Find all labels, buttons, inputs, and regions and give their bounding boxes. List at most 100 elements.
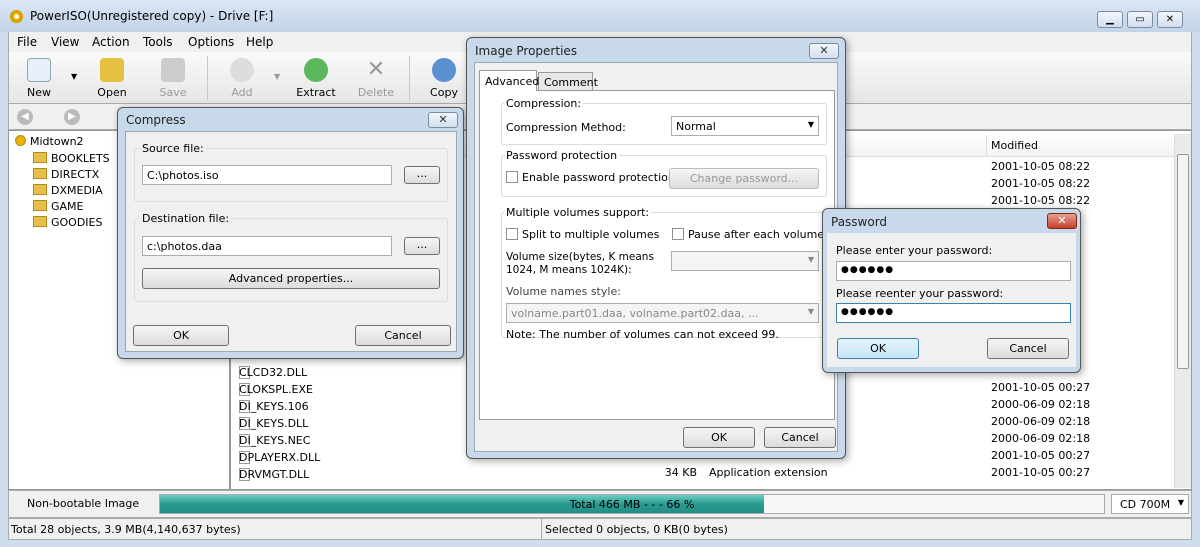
column-modified[interactable]: Modified xyxy=(991,139,1038,152)
menu-tools[interactable]: Tools xyxy=(143,35,173,49)
delete-icon: ✕ xyxy=(366,57,386,82)
progress-text: Total 466 MB - - - 66 % xyxy=(569,498,695,511)
volume-size-select[interactable] xyxy=(671,251,819,271)
new-dropdown-icon[interactable]: ▼ xyxy=(71,72,77,81)
close-button[interactable]: ✕ xyxy=(1157,11,1183,28)
folder-icon xyxy=(33,216,47,227)
scrollbar-thumb[interactable] xyxy=(1177,154,1189,369)
destination-label: Destination file: xyxy=(140,212,232,225)
menu-view[interactable]: View xyxy=(51,35,79,49)
tree-item[interactable]: BOOKLETS xyxy=(33,152,110,165)
tree-root[interactable]: Midtown2 xyxy=(15,135,84,148)
folder-icon xyxy=(33,184,47,195)
save-icon xyxy=(161,58,185,82)
back-icon[interactable]: ◀ xyxy=(17,109,33,125)
destination-file-input[interactable]: c:\photos.daa xyxy=(142,236,392,256)
menu-action[interactable]: Action xyxy=(92,35,130,49)
menu-help[interactable]: Help xyxy=(246,35,273,49)
tree-item-label: DIRECTX xyxy=(51,168,100,181)
new-button[interactable]: New xyxy=(14,58,64,99)
reenter-password-input[interactable]: ●●●●●● xyxy=(836,303,1071,323)
cancel-button[interactable]: Cancel xyxy=(355,325,451,346)
app-icon xyxy=(10,10,23,23)
tree-item-label: GAME xyxy=(51,200,84,213)
extract-button[interactable]: Extract xyxy=(291,58,341,99)
save-button[interactable]: Save xyxy=(148,58,198,99)
close-icon[interactable]: ✕ xyxy=(809,43,839,59)
enable-password-checkbox[interactable]: Enable password protection xyxy=(506,171,675,184)
tab-comment[interactable]: Comment xyxy=(538,72,598,91)
title-bar: PowerISO(Unregistered copy) - Drive [F:]… xyxy=(0,0,1200,32)
modified-cell: 2001-10-05 00:27 xyxy=(991,381,1091,394)
ok-button[interactable]: OK xyxy=(133,325,229,346)
size-cell: 34 KB xyxy=(664,466,697,479)
disc-icon xyxy=(15,135,26,146)
source-label: Source file: xyxy=(140,142,206,155)
compression-method-select[interactable]: Normal xyxy=(671,116,819,136)
split-volumes-checkbox[interactable]: Split to multiple volumes xyxy=(506,228,659,241)
advanced-properties-button[interactable]: Advanced properties... xyxy=(142,268,440,289)
minimize-button[interactable]: ▁ xyxy=(1097,11,1123,28)
volume-names-select[interactable]: volname.part01.daa, volname.part02.daa, … xyxy=(506,303,819,323)
checkbox-icon xyxy=(506,171,518,183)
table-row[interactable]: DRVMGT.DLL 34 KB Application extension 2… xyxy=(231,464,1176,481)
change-password-button[interactable]: Change password... xyxy=(669,168,819,189)
folder-icon xyxy=(33,200,47,211)
delete-button[interactable]: ✕ Delete xyxy=(351,57,401,100)
tab-panel: Compression: Compression Method: Normal … xyxy=(479,90,835,420)
modified-cell: 2001-10-05 08:22 xyxy=(991,194,1091,207)
compression-group-label: Compression: xyxy=(504,97,584,110)
compress-dialog: Compress ✕ Source file: C:\photos.iso ..… xyxy=(117,107,464,359)
close-icon[interactable]: ✕ xyxy=(428,112,458,128)
add-label: Add xyxy=(231,86,253,99)
forward-icon[interactable]: ▶ xyxy=(64,109,80,125)
tree-item[interactable]: GOODIES xyxy=(33,216,103,229)
dialog-title: Compress xyxy=(126,113,186,127)
ok-button[interactable]: OK xyxy=(837,338,919,359)
password-input[interactable]: ●●●●●● xyxy=(836,261,1071,281)
file-name: CLOKSPL.EXE xyxy=(239,383,313,396)
menu-options[interactable]: Options xyxy=(188,35,234,49)
pause-label: Pause after each volume xyxy=(688,228,825,241)
folder-icon xyxy=(33,152,47,163)
browse-destination-button[interactable]: ... xyxy=(404,237,440,255)
toolbar-divider xyxy=(409,56,410,100)
password-dialog: Password ✕ Please enter your password: ●… xyxy=(822,208,1081,373)
pause-volume-checkbox[interactable]: Pause after each volume xyxy=(672,228,824,241)
add-dropdown-icon[interactable]: ▼ xyxy=(274,72,280,81)
file-name: DRVMGT.DLL xyxy=(239,468,310,481)
close-icon[interactable]: ✕ xyxy=(1047,213,1077,229)
reenter-password-label: Please reenter your password: xyxy=(836,287,1004,300)
tree-root-label: Midtown2 xyxy=(30,135,84,148)
file-name: DI_KEYS.106 xyxy=(239,400,309,413)
file-name: DI_KEYS.NEC xyxy=(239,434,311,447)
source-file-input[interactable]: C:\photos.iso xyxy=(142,165,392,185)
volume-names-value: volname.part01.daa, volname.part02.daa, … xyxy=(511,307,759,320)
ok-button[interactable]: OK xyxy=(683,427,755,448)
menu-file[interactable]: File xyxy=(17,35,37,49)
split-label: Split to multiple volumes xyxy=(522,228,660,241)
add-button[interactable]: Add xyxy=(217,58,267,99)
password-group-label: Password protection xyxy=(504,149,620,162)
cancel-button[interactable]: Cancel xyxy=(987,338,1069,359)
status-bar: Total 28 objects, 3.9 MB(4,140,637 bytes… xyxy=(8,518,1192,540)
volume-size-label: Volume size(bytes, K means 1024, M means… xyxy=(506,251,654,276)
file-name: DPLAYERX.DLL xyxy=(239,451,321,464)
browse-source-button[interactable]: ... xyxy=(404,166,440,184)
chevron-down-icon: ▼ xyxy=(1177,498,1184,507)
tab-advanced[interactable]: Advanced xyxy=(479,70,539,91)
tree-item[interactable]: DXMEDIA xyxy=(33,184,103,197)
new-label: New xyxy=(27,86,51,99)
cancel-button[interactable]: Cancel xyxy=(764,427,836,448)
modified-cell: 2000-06-09 02:18 xyxy=(991,432,1091,445)
compression-method-value: Normal xyxy=(676,120,716,133)
tree-item[interactable]: DIRECTX xyxy=(33,168,99,181)
modified-cell: 2001-10-05 00:27 xyxy=(991,449,1091,462)
maximize-button[interactable]: ▭ xyxy=(1127,11,1153,28)
tree-item[interactable]: GAME xyxy=(33,200,84,213)
open-button[interactable]: Open xyxy=(87,58,137,99)
media-select[interactable]: CD 700M ▼ xyxy=(1111,494,1189,514)
vertical-scrollbar[interactable] xyxy=(1174,134,1191,488)
copy-button[interactable]: Copy xyxy=(419,58,469,99)
save-label: Save xyxy=(159,86,187,99)
